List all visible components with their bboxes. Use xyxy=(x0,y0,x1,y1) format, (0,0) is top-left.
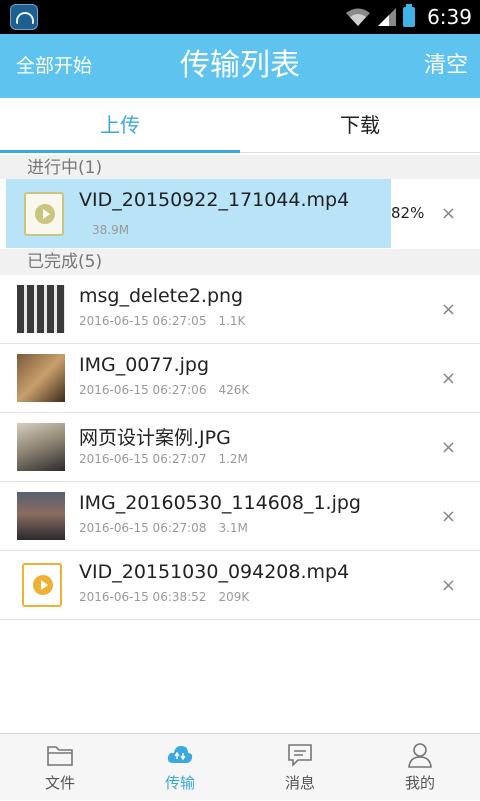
video-file-icon xyxy=(22,563,62,607)
file-size: 426K xyxy=(218,383,250,397)
file-date: 2016-06-15 06:27:07 xyxy=(79,452,207,466)
file-meta: 2016-06-15 06:38:52 209K xyxy=(79,590,249,604)
folder-icon xyxy=(47,746,73,766)
file-meta: 2016-06-15 06:27:08 3.1M xyxy=(79,521,248,535)
photo-thumbnail xyxy=(17,354,65,402)
file-meta: 2016-06-15 06:27:07 1.2M xyxy=(79,452,248,466)
file-size: 3.1M xyxy=(218,521,248,535)
remove-icon[interactable]: × xyxy=(441,344,456,413)
list-item[interactable]: msg_delete2.png 2016-06-15 06:27:05 1.1K … xyxy=(0,275,480,344)
remove-icon[interactable]: × xyxy=(441,551,456,620)
list-item[interactable]: IMG_20160530_114608_1.jpg 2016-06-15 06:… xyxy=(0,482,480,551)
list-item[interactable]: IMG_0077.jpg 2016-06-15 06:27:06 426K × xyxy=(0,344,480,413)
file-name: IMG_0077.jpg xyxy=(79,354,210,376)
image-thumbnail xyxy=(17,285,65,333)
nav-files[interactable]: 文件 xyxy=(0,734,120,801)
file-meta: 2016-06-15 06:27:05 1.1K xyxy=(79,314,245,328)
photo-thumbnail xyxy=(17,492,65,540)
progress-percent: 82% xyxy=(391,204,425,222)
message-icon xyxy=(288,744,312,767)
file-date: 2016-06-15 06:27:08 xyxy=(79,521,207,535)
cloud-transfer-icon xyxy=(167,746,193,763)
status-bar: 6:39 xyxy=(0,0,480,34)
nav-profile[interactable]: 我的 xyxy=(360,734,480,801)
file-size: 1.1K xyxy=(218,314,246,328)
list-item[interactable]: 网页设计案例.JPG 2016-06-15 06:27:07 1.2M × xyxy=(0,413,480,482)
signal-icon xyxy=(378,8,397,26)
nav-label: 传输 xyxy=(164,774,195,792)
app-header: 全部开始 传输列表 清空 xyxy=(0,34,480,98)
remove-icon[interactable]: × xyxy=(441,275,456,344)
tab-upload[interactable]: 上传 xyxy=(0,98,240,153)
file-meta: 2016-06-15 06:27:06 426K xyxy=(79,383,249,397)
in-progress-header: 进行中(1) xyxy=(0,155,480,181)
person-icon xyxy=(408,743,432,768)
remove-icon[interactable]: × xyxy=(441,482,456,551)
file-name: 网页设计案例.JPG xyxy=(79,427,231,449)
remove-icon[interactable]: × xyxy=(441,413,456,482)
file-size: 209K xyxy=(218,590,250,604)
wifi-icon xyxy=(346,8,371,26)
page-title: 传输列表 xyxy=(180,48,300,83)
battery-icon xyxy=(403,4,416,27)
status-icons: 6:39 xyxy=(345,0,472,34)
file-size: 38.9M xyxy=(92,223,130,237)
uploading-row[interactable]: VID_20150922_171044.mp4 38.9M 82% × xyxy=(0,179,480,248)
clear-button[interactable]: 清空 xyxy=(424,34,468,98)
video-file-icon xyxy=(24,192,64,236)
transfer-tabs: 上传 下载 xyxy=(0,98,480,153)
nav-label: 消息 xyxy=(284,774,315,792)
clock: 6:39 xyxy=(427,5,472,29)
list-item[interactable]: VID_20151030_094208.mp4 2016-06-15 06:38… xyxy=(0,551,480,620)
nav-transfer[interactable]: 传输 xyxy=(120,734,240,801)
nav-label: 文件 xyxy=(44,774,75,792)
app-notification-icon xyxy=(10,4,38,30)
file-name: VID_20151030_094208.mp4 xyxy=(79,561,350,583)
file-size: 1.2M xyxy=(218,452,248,466)
file-name: IMG_20160530_114608_1.jpg xyxy=(79,492,361,514)
nav-messages[interactable]: 消息 xyxy=(240,734,360,801)
file-date: 2016-06-15 06:38:52 xyxy=(79,590,207,604)
file-name: VID_20150922_171044.mp4 xyxy=(79,189,350,211)
completed-header: 已完成(5) xyxy=(0,249,480,275)
file-date: 2016-06-15 06:27:05 xyxy=(79,314,207,328)
bottom-nav: 文件 传输 消息 我的 xyxy=(0,733,480,800)
cancel-icon[interactable]: × xyxy=(441,179,456,248)
nav-label: 我的 xyxy=(404,774,435,792)
photo-thumbnail xyxy=(17,423,65,471)
tab-download[interactable]: 下载 xyxy=(240,98,480,152)
file-date: 2016-06-15 06:27:06 xyxy=(79,383,207,397)
file-name: msg_delete2.png xyxy=(79,285,244,307)
